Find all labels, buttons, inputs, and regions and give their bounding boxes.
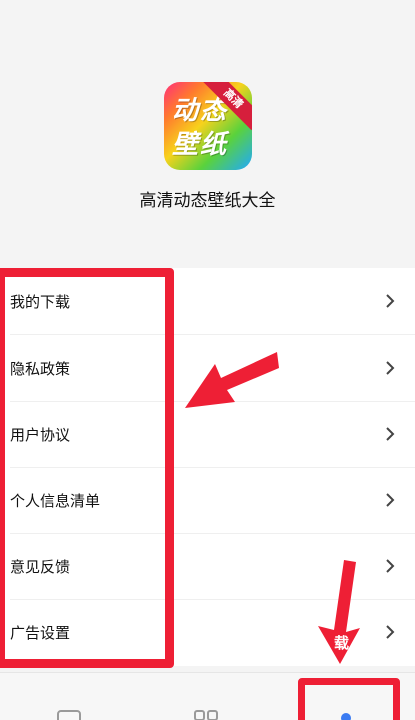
chevron-right-icon <box>386 294 395 308</box>
chevron-right-icon <box>386 427 395 441</box>
tab-home[interactable] <box>30 673 110 720</box>
annotation-arrow-left-icon <box>185 352 279 408</box>
annotation-highlight-menu <box>0 268 174 668</box>
chevron-right-icon <box>386 625 395 639</box>
grid-icon <box>194 710 218 720</box>
profile-header: 动态壁纸 高清 高清动态壁纸大全 <box>0 0 415 268</box>
tab-category[interactable] <box>165 673 250 720</box>
home-icon <box>57 710 81 720</box>
chevron-right-icon <box>386 559 395 573</box>
app-logo: 动态壁纸 高清 <box>164 82 252 170</box>
chevron-right-icon <box>386 361 395 375</box>
overlay-partial-text: 载 <box>334 634 350 652</box>
annotation-highlight-tab <box>298 678 400 720</box>
app-name: 高清动态壁纸大全 <box>139 191 276 211</box>
chevron-right-icon <box>386 493 395 507</box>
